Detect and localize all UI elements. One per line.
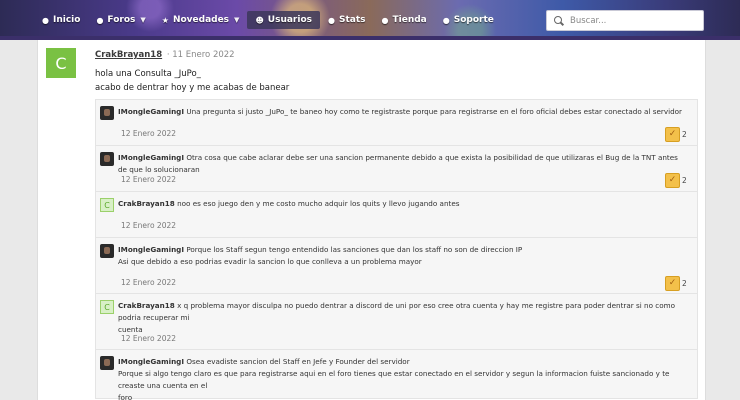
comment-list: IMongleGamingI Una pregunta si justo _Ju…	[95, 99, 698, 400]
post-author-link[interactable]: CrakBrayan18	[95, 50, 162, 60]
avatar-letter: C	[55, 53, 67, 73]
tag-icon: ●	[381, 15, 389, 25]
comment-message: Otra cosa que cabe aclarar debe ser una …	[118, 153, 678, 174]
avatar[interactable]	[100, 152, 114, 166]
comment-date: 12 Enero 2022	[121, 334, 177, 343]
nav-item-label: Soporte	[453, 15, 494, 25]
post-header: CrakBrayan18 · 11 Enero 2022	[95, 50, 235, 60]
nav-item-label: Stats	[338, 15, 366, 25]
thumbs-up-icon: ✓	[665, 172, 680, 188]
comment-message: Porque los Staff segun tengo entendido l…	[186, 245, 523, 254]
avatar[interactable]: C	[100, 198, 114, 212]
comment-message: noo es eso juego den y me costo mucho ad…	[177, 199, 460, 208]
search-box[interactable]	[546, 10, 704, 31]
comment-text: IMongleGamingI Otra cosa que cabe aclara…	[118, 152, 683, 176]
comment-item: C CrakBrayan18 x q problema mayor discul…	[96, 294, 697, 350]
comment-text: CrakBrayan18 noo es eso juego den y me c…	[118, 198, 683, 210]
nav-item-label: Novedades	[172, 15, 230, 25]
nav-item-label: Tienda	[392, 15, 427, 25]
user-icon: ☻	[255, 15, 264, 25]
comment-author-link[interactable]: CrakBrayan18	[118, 301, 175, 310]
star-icon: ★	[161, 15, 169, 25]
like-count: 2	[682, 278, 687, 288]
comment-author-link[interactable]: IMongleGamingI	[118, 245, 184, 254]
comment-date: 12 Enero 2022	[121, 175, 177, 184]
nav-item-label: Foros	[107, 15, 136, 25]
avatar[interactable]: C	[100, 300, 114, 314]
comment-author-link[interactable]: CrakBrayan18	[118, 199, 175, 208]
comment-item: IMongleGamingI Osea evadiste sancion del…	[96, 350, 697, 400]
nav-item-novedades[interactable]: ★ Novedades ▼	[154, 11, 248, 29]
nav-item-soporte[interactable]: ● Soporte	[435, 11, 502, 29]
nav-item-stats[interactable]: ● Stats	[320, 11, 374, 29]
comment-message: x q problema mayor disculpa no puedo den…	[118, 301, 676, 322]
post-line: hola una Consulta _JuPo_	[95, 69, 201, 79]
comment-text: IMongleGamingI Osea evadiste sancion del…	[118, 356, 683, 400]
nav-item-tienda[interactable]: ● Tienda	[374, 11, 435, 29]
comment-item: IMongleGamingI Otra cosa que cabe aclara…	[96, 146, 697, 192]
nav-item-inicio[interactable]: ● Inicio	[34, 11, 88, 29]
like-button[interactable]: ✓ 2	[665, 275, 689, 291]
comment-author-link[interactable]: IMongleGamingI	[118, 357, 184, 366]
chevron-down-icon: ▼	[140, 16, 146, 24]
comment-message-line2: Porque si algo tengo claro es que para r…	[118, 369, 670, 390]
chevron-down-icon: ▼	[234, 16, 240, 24]
tag-icon: ●	[42, 15, 49, 25]
comment-text: CrakBrayan18 x q problema mayor disculpa…	[118, 300, 683, 336]
comment-author-link[interactable]: IMongleGamingI	[118, 153, 184, 162]
comment-item: IMongleGamingI Una pregunta si justo _Ju…	[96, 100, 697, 146]
comment-author-link[interactable]: IMongleGamingI	[118, 107, 184, 116]
comment-item: IMongleGamingI Porque los Staff segun te…	[96, 238, 697, 294]
nav-item-usuarios[interactable]: ☻ Usuarios	[247, 11, 320, 29]
search-icon	[554, 15, 564, 26]
forum-post: C CrakBrayan18 · 11 Enero 2022 hola una …	[37, 40, 706, 400]
comment-message-line2: Asi que debido a eso podrias evadir la s…	[118, 257, 422, 266]
comment-message-line2: cuenta	[118, 325, 143, 334]
like-button[interactable]: ✓ 2	[665, 172, 689, 188]
avatar[interactable]	[100, 244, 114, 258]
comment-message: Osea evadiste sancion del Staff en Jefe …	[186, 357, 410, 366]
post-date: · 11 Enero 2022	[166, 50, 235, 60]
thumbs-up-icon: ✓	[665, 275, 680, 291]
nav-item-label: Inicio	[52, 15, 81, 25]
comment-message: Una pregunta si justo _JuPo_ te baneo ho…	[186, 107, 683, 116]
avatar[interactable]	[100, 356, 114, 370]
top-navbar: ● Inicio ● Foros ▼ ★ Novedades ▼ ☻ Usuar…	[0, 0, 740, 40]
comment-item: C CrakBrayan18 noo es eso juego den y me…	[96, 192, 697, 238]
avatar-letter: C	[104, 200, 110, 210]
comment-text: IMongleGamingI Porque los Staff segun te…	[118, 244, 683, 268]
post-line: acabo de dentrar hoy y me acabas de bane…	[95, 83, 290, 93]
avatar-letter: C	[104, 302, 110, 312]
nav-menu: ● Inicio ● Foros ▼ ★ Novedades ▼ ☻ Usuar…	[34, 11, 502, 29]
tag-icon: ●	[442, 15, 450, 25]
comment-message-line3: foro	[118, 393, 133, 400]
search-input[interactable]	[570, 15, 700, 26]
avatar[interactable]: C	[46, 48, 76, 78]
comment-text: IMongleGamingI Una pregunta si justo _Ju…	[118, 106, 683, 118]
comment-date: 12 Enero 2022	[121, 278, 177, 287]
thumbs-up-icon: ✓	[665, 126, 680, 142]
comment-date: 12 Enero 2022	[121, 221, 177, 230]
like-button[interactable]: ✓ 2	[665, 126, 689, 142]
comment-date: 12 Enero 2022	[121, 129, 177, 138]
tag-icon: ●	[328, 15, 335, 25]
nav-item-foros[interactable]: ● Foros ▼	[88, 11, 153, 29]
like-count: 2	[682, 129, 687, 139]
comments-icon: ●	[96, 15, 104, 25]
nav-item-label: Usuarios	[267, 15, 312, 25]
like-count: 2	[682, 175, 687, 185]
post-body: hola una Consulta _JuPo_ acabo de dentra…	[95, 67, 289, 95]
avatar[interactable]	[100, 106, 114, 120]
